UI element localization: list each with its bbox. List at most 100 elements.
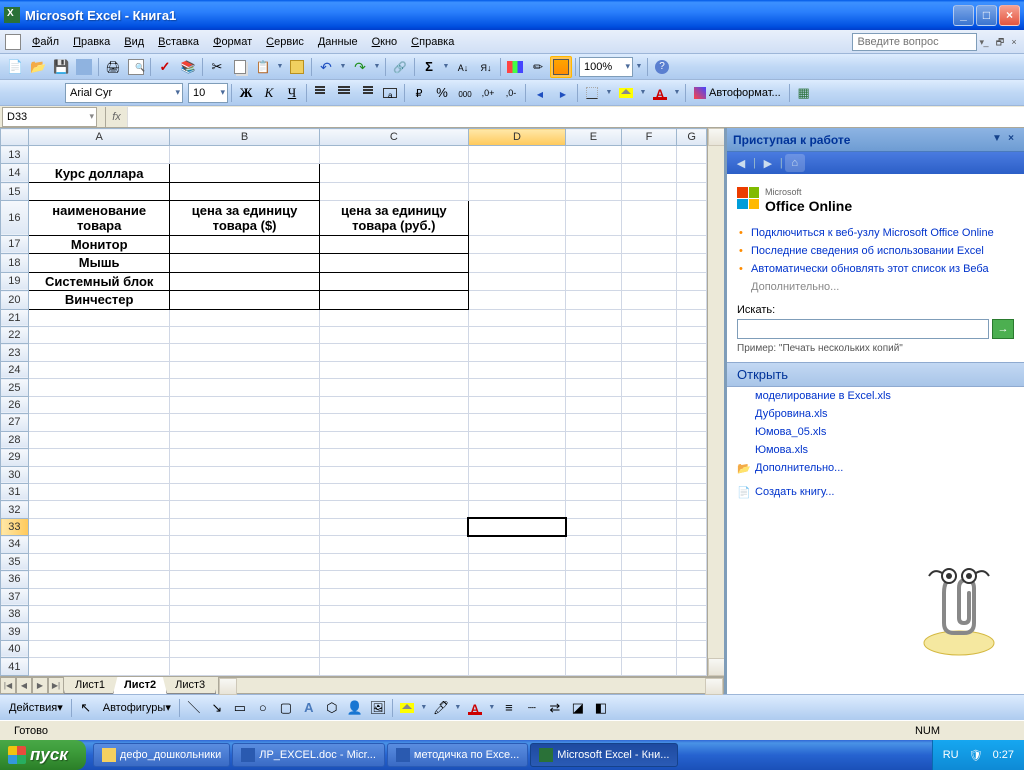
taskpane-back-button[interactable]: ◀ [731,154,751,172]
cell-B17[interactable] [170,235,319,253]
cell-F34[interactable] [621,536,677,553]
create-workbook-link[interactable]: Создать книгу... [737,483,1014,501]
cell-F35[interactable] [621,553,677,570]
taskpane-dropdown-button[interactable]: ▼ [990,133,1004,147]
cell-B36[interactable] [170,571,319,588]
cell-B27[interactable] [170,414,319,431]
cell-F33[interactable] [621,518,677,535]
autoshapes-button[interactable]: Автофигуры ▾ [98,697,176,719]
row-header-39[interactable]: 39 [1,623,29,640]
cell-E21[interactable] [566,309,622,326]
open-more-link[interactable]: Дополнительно... [737,459,1014,477]
cell-B26[interactable] [170,396,319,413]
cell-E24[interactable] [566,361,622,378]
menu-формат[interactable]: Формат [206,33,259,51]
row-header-19[interactable]: 19 [1,272,29,290]
cell-F24[interactable] [621,361,677,378]
tray-clock[interactable]: 0:27 [993,749,1014,761]
cell-C31[interactable] [319,483,468,500]
cell-G27[interactable] [677,414,707,431]
cell-D38[interactable] [468,606,565,623]
zoom-combo[interactable]: 100% [579,57,633,77]
cell-E28[interactable] [566,431,622,448]
sheet-tab-Лист2[interactable]: Лист2 [113,677,167,694]
cell-D19[interactable] [468,272,565,290]
close-button[interactable]: × [999,5,1020,26]
cell-F39[interactable] [621,623,677,640]
cell-A37[interactable] [28,588,170,605]
font-color-draw-button[interactable] [464,697,486,719]
borders-button[interactable] [581,82,603,104]
cell-E18[interactable] [566,254,622,272]
autosum-button[interactable] [418,56,440,78]
fill-color-draw-button[interactable] [396,697,418,719]
cell-D21[interactable] [468,309,565,326]
cell-D25[interactable] [468,379,565,396]
cell-G41[interactable] [677,658,707,676]
cell-G13[interactable] [677,146,707,163]
cell-F28[interactable] [621,431,677,448]
cell-D33[interactable] [468,518,565,535]
print-preview-button[interactable] [125,56,147,78]
autosum-dropdown[interactable]: ▼ [441,56,451,78]
cell-F22[interactable] [621,327,677,344]
line-color-button[interactable]: 🖊 [430,697,452,719]
cell-E34[interactable] [566,536,622,553]
cell-E13[interactable] [566,146,622,163]
row-header-17[interactable]: 17 [1,235,29,253]
cell-A38[interactable] [28,606,170,623]
cell-D40[interactable] [468,640,565,657]
taskbar-item-1[interactable]: ЛР_EXCEL.doc - Micr... [232,743,385,767]
research-button[interactable] [177,56,199,78]
cell-F29[interactable] [621,449,677,466]
cell-E33[interactable] [566,518,622,535]
col-header-F[interactable]: F [621,129,677,146]
cell-F38[interactable] [621,606,677,623]
taskpane-link-1[interactable]: Последние сведения об использовании Exce… [737,242,1014,260]
cell-G21[interactable] [677,309,707,326]
cell-E16[interactable] [566,200,622,235]
cell-A21[interactable] [28,309,170,326]
cell-D35[interactable] [468,553,565,570]
cell-A30[interactable] [28,466,170,483]
cell-D24[interactable] [468,361,565,378]
cell-G16[interactable] [677,200,707,235]
cell-B33[interactable] [170,518,319,535]
cell-C25[interactable] [319,379,468,396]
cell-E31[interactable] [566,483,622,500]
cell-C16[interactable]: цена за единицу товара (руб.) [319,200,468,235]
cell-G35[interactable] [677,553,707,570]
cell-A35[interactable] [28,553,170,570]
recent-file-2[interactable]: Юмова_05.xls [737,423,1014,441]
cell-G17[interactable] [677,235,707,253]
cell-F13[interactable] [621,146,677,163]
row-header-32[interactable]: 32 [1,501,29,518]
row-header-15[interactable]: 15 [1,183,29,200]
row-header-29[interactable]: 29 [1,449,29,466]
cell-C34[interactable] [319,536,468,553]
menu-данные[interactable]: Данные [311,33,365,51]
cell-D29[interactable] [468,449,565,466]
percent-button[interactable] [431,82,453,104]
col-header-G[interactable]: G [677,129,707,146]
cell-C21[interactable] [319,309,468,326]
select-objects-button[interactable]: ↖ [75,697,97,719]
row-header-38[interactable]: 38 [1,606,29,623]
cell-E29[interactable] [566,449,622,466]
tab-next-button[interactable]: ▶ [32,677,48,694]
cell-F18[interactable] [621,254,677,272]
cell-F26[interactable] [621,396,677,413]
taskpane-more-link[interactable]: Дополнительно... [737,278,1014,296]
col-header-A[interactable]: A [28,129,170,146]
cell-A18[interactable]: Мышь [28,254,170,272]
row-header-13[interactable]: 13 [1,146,29,163]
redo-button[interactable] [349,56,371,78]
cell-G22[interactable] [677,327,707,344]
cell-G19[interactable] [677,272,707,290]
row-header-36[interactable]: 36 [1,571,29,588]
undo-dropdown[interactable]: ▼ [338,56,348,78]
cell-G33[interactable] [677,518,707,535]
cell-E30[interactable] [566,466,622,483]
taskpane-link-2[interactable]: Автоматически обновлять этот список из В… [737,260,1014,278]
cell-G14[interactable] [677,163,707,182]
